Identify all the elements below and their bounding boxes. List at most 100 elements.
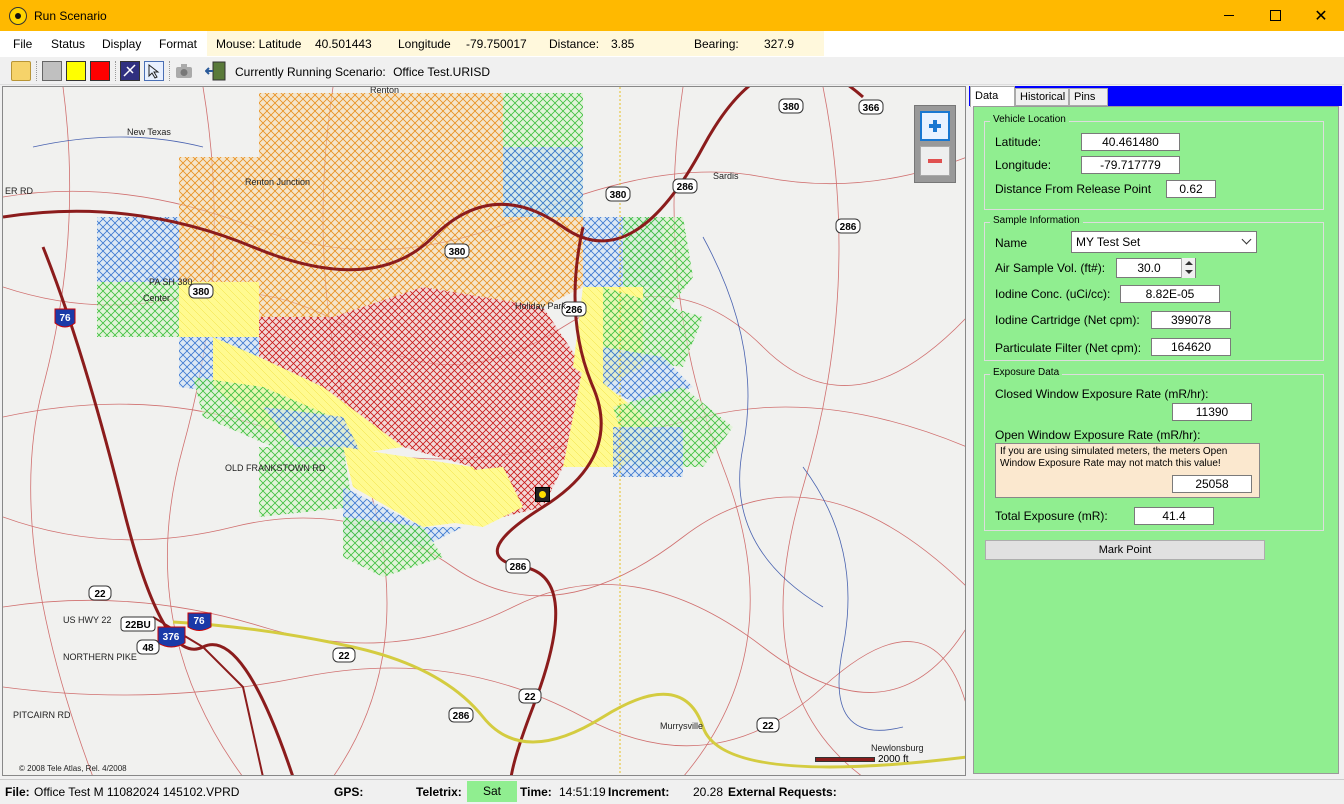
spin-up-icon[interactable] bbox=[1185, 261, 1193, 265]
exit-door-icon[interactable] bbox=[204, 61, 226, 81]
status-bar: File: Office Test M 11082024 145102.VPRD… bbox=[0, 779, 1344, 804]
mouse-longitude-value: -79.750017 bbox=[466, 37, 527, 51]
open-folder-icon[interactable] bbox=[11, 61, 31, 81]
open-window-field[interactable]: 25058 bbox=[1172, 475, 1252, 493]
warning-text: If you are using simulated meters, the m… bbox=[1000, 446, 1228, 469]
red-square-icon[interactable] bbox=[90, 61, 110, 81]
longitude-field[interactable]: -79.717779 bbox=[1081, 156, 1180, 174]
map-place-label: Renton Junction bbox=[245, 177, 311, 187]
zoom-in-button[interactable] bbox=[920, 111, 950, 141]
svg-text:286: 286 bbox=[677, 182, 694, 193]
menu-status[interactable]: Status bbox=[51, 37, 85, 51]
air-sample-spinner[interactable] bbox=[1181, 258, 1195, 278]
iodine-conc-label: Iodine Conc. (uCi/cc): bbox=[995, 287, 1111, 301]
map-road-label: ER RD bbox=[5, 186, 34, 196]
latitude-label: Latitude: bbox=[995, 135, 1042, 149]
map-canvas: 380 366 380 286 286 380 380 286 76 286 2… bbox=[3, 87, 965, 775]
iodine-cartridge-field[interactable]: 399078 bbox=[1151, 311, 1231, 329]
mouse-latitude-value: 40.501443 bbox=[315, 37, 372, 51]
map-road-label: US HWY 22 bbox=[63, 615, 112, 625]
menu-file[interactable]: File bbox=[13, 37, 32, 51]
map-road-label: OLD FRANKSTOWN RD bbox=[225, 463, 326, 473]
route-shield-22b: 22 bbox=[332, 647, 356, 663]
route-shield-366: 366 bbox=[858, 99, 884, 115]
svg-text:380: 380 bbox=[610, 190, 627, 201]
route-shield-22bu: 22BU bbox=[120, 616, 156, 632]
title-bar: Run Scenario ✕ bbox=[0, 0, 1344, 31]
toolbar: Currently Running Scenario: Office Test.… bbox=[0, 57, 1344, 85]
route-shield-76b: 76 bbox=[187, 612, 212, 631]
svg-text:48: 48 bbox=[142, 643, 154, 654]
svg-text:376: 376 bbox=[163, 632, 180, 643]
svg-text:76: 76 bbox=[59, 313, 71, 324]
exposure-data-group: Exposure Data Closed Window Exposure Rat… bbox=[984, 367, 1324, 531]
total-exposure-label: Total Exposure (mR): bbox=[995, 509, 1108, 523]
open-window-warning: If you are using simulated meters, the m… bbox=[995, 443, 1260, 498]
yellow-square-icon[interactable] bbox=[66, 61, 86, 81]
satellite-icon[interactable] bbox=[120, 61, 140, 81]
data-panel: Vehicle Location Latitude: 40.461480 Lon… bbox=[973, 106, 1339, 774]
closed-window-label: Closed Window Exposure Rate (mR/hr): bbox=[995, 387, 1209, 401]
total-exposure-field[interactable]: 41.4 bbox=[1134, 507, 1214, 525]
window-title: Run Scenario bbox=[34, 8, 107, 23]
map-place-label: Sardis bbox=[713, 171, 739, 181]
radiation-app-icon bbox=[9, 6, 27, 25]
iodine-cartridge-label: Iodine Cartridge (Net cpm): bbox=[995, 313, 1140, 327]
map-place-label: Center bbox=[143, 293, 171, 303]
zoom-control bbox=[914, 105, 956, 183]
pointer-icon[interactable] bbox=[144, 61, 164, 81]
increment-label: Increment: bbox=[608, 785, 670, 799]
route-shield-380c: 380 bbox=[444, 243, 470, 259]
tab-historical[interactable]: Historical bbox=[1015, 88, 1069, 106]
map-road-label: NORTHERN PIKE bbox=[63, 652, 137, 662]
distance-label: Distance From Release Point bbox=[995, 182, 1152, 196]
svg-text:22: 22 bbox=[94, 589, 106, 600]
mouse-bearing-value: 327.9 bbox=[764, 37, 795, 51]
spin-down-icon[interactable] bbox=[1185, 270, 1193, 274]
air-sample-label: Air Sample Vol. (ft#): bbox=[995, 261, 1106, 275]
running-scenario-label: Currently Running Scenario: Office Test.… bbox=[235, 65, 490, 79]
latitude-field[interactable]: 40.461480 bbox=[1081, 133, 1180, 151]
teletrix-status: Sat bbox=[467, 781, 517, 802]
route-shield-22c: 22 bbox=[518, 688, 542, 704]
svg-text:366: 366 bbox=[863, 103, 880, 114]
zoom-out-button[interactable] bbox=[920, 146, 950, 176]
map-place-label: New Texas bbox=[127, 127, 171, 137]
name-select[interactable]: MY Test Set bbox=[1071, 231, 1257, 253]
gray-square-icon[interactable] bbox=[42, 61, 62, 81]
svg-text:286: 286 bbox=[566, 305, 583, 316]
tab-strip: Data Historical Pins bbox=[969, 86, 1342, 107]
route-shield-286d: 286 bbox=[505, 558, 531, 574]
map-road-label: PITCAIRN RD bbox=[13, 710, 71, 720]
group-title: Exposure Data bbox=[990, 367, 1063, 378]
minimize-button[interactable] bbox=[1206, 0, 1252, 31]
tab-pins[interactable]: Pins bbox=[1069, 88, 1108, 106]
closed-window-field[interactable]: 11390 bbox=[1172, 403, 1252, 421]
menu-format[interactable]: Format bbox=[159, 37, 197, 51]
camera-icon[interactable] bbox=[174, 61, 194, 81]
svg-text:22: 22 bbox=[524, 692, 536, 703]
maximize-button[interactable] bbox=[1252, 0, 1298, 31]
svg-text:380: 380 bbox=[783, 102, 800, 113]
close-button[interactable]: ✕ bbox=[1298, 0, 1344, 31]
svg-text:22BU: 22BU bbox=[125, 620, 151, 631]
route-shield-380: 380 bbox=[778, 98, 804, 114]
map-scale-bar bbox=[815, 757, 875, 762]
particulate-field[interactable]: 164620 bbox=[1151, 338, 1231, 356]
particulate-label: Particulate Filter (Net cpm): bbox=[995, 341, 1142, 355]
map-view[interactable]: 380 366 380 286 286 380 380 286 76 286 2… bbox=[2, 86, 966, 776]
group-title: Vehicle Location bbox=[990, 114, 1069, 125]
distance-field[interactable]: 0.62 bbox=[1166, 180, 1216, 198]
map-place-label: Holiday Park bbox=[515, 301, 567, 311]
route-shield-76: 76 bbox=[54, 308, 76, 328]
mouse-distance-label: Distance: bbox=[549, 37, 600, 51]
iodine-conc-field[interactable]: 8.82E-05 bbox=[1120, 285, 1220, 303]
time-label: Time: bbox=[520, 785, 552, 799]
mouse-bearing-label: Bearing: bbox=[694, 37, 739, 51]
tab-data[interactable]: Data bbox=[970, 86, 1015, 107]
mark-point-button[interactable]: Mark Point bbox=[985, 540, 1265, 560]
menu-display[interactable]: Display bbox=[102, 37, 141, 51]
map-scale-label: 2000 ft bbox=[878, 754, 909, 765]
time-value: 14:51:19 bbox=[559, 785, 606, 799]
route-shield-286e: 286 bbox=[448, 707, 474, 723]
